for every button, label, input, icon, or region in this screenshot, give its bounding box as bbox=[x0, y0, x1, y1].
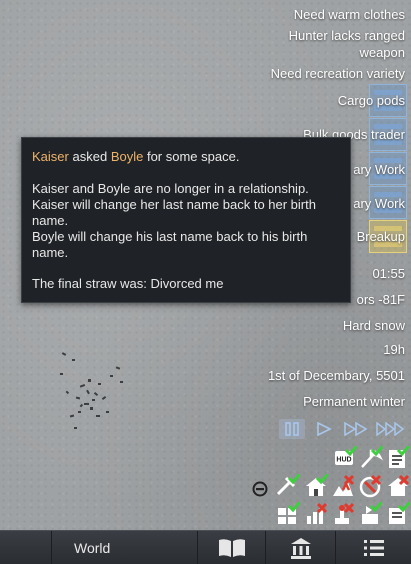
alert-hunter-lacks-weapon[interactable]: Hunter lacks ranged weapon bbox=[255, 27, 405, 61]
world-tab-label: World bbox=[74, 540, 111, 556]
toggle-wealth-icon[interactable] bbox=[304, 502, 328, 526]
toggle-beauty-icon[interactable] bbox=[276, 474, 300, 498]
zoom-out-icon[interactable] bbox=[252, 481, 268, 497]
menu-list-icon bbox=[363, 540, 384, 556]
tooltip-line-asked: Kaiser asked Boyle for some space. bbox=[32, 149, 340, 165]
clock-time: 01:55 bbox=[372, 266, 405, 281]
bottom-bar-left-tab[interactable] bbox=[0, 531, 52, 564]
speed-fast-button[interactable] bbox=[343, 419, 369, 439]
main-bottom-bar: World bbox=[0, 530, 411, 564]
speed-normal-button[interactable] bbox=[311, 419, 337, 439]
toggle-fertility-icon[interactable] bbox=[331, 474, 355, 498]
toggle-room-stats-icon[interactable] bbox=[386, 474, 410, 498]
toggle-plant-icon[interactable] bbox=[358, 502, 382, 526]
superfast-icon bbox=[376, 422, 405, 436]
pause-button[interactable] bbox=[279, 419, 305, 439]
pawn-name-a: Kaiser bbox=[32, 149, 69, 164]
fast-forward-icon bbox=[344, 422, 368, 436]
tooltip-line-kaiser-name: Kaiser will change her last name back to… bbox=[32, 197, 316, 228]
tooltip-line1-rest: for some space. bbox=[146, 149, 240, 164]
toggle-gravship-icon[interactable] bbox=[386, 502, 410, 526]
toggle-zones-icon[interactable] bbox=[276, 502, 300, 526]
toggle-roof-icon[interactable] bbox=[304, 474, 328, 498]
letter-tooltip: Kaiser asked Boyle for some space. Kaise… bbox=[21, 137, 351, 303]
tooltip-line-boyle-name: Boyle will change his last name back to … bbox=[32, 229, 308, 260]
alert-need-warm-clothes[interactable]: Need warm clothes bbox=[294, 6, 405, 23]
date-label: 1st of Decembary, 5501 bbox=[267, 368, 405, 383]
menu-tab[interactable] bbox=[336, 531, 411, 564]
alert-need-recreation[interactable]: Need recreation variety bbox=[271, 65, 405, 82]
pawn-name-b: Boyle bbox=[110, 149, 144, 164]
world-tab[interactable]: World bbox=[52, 531, 198, 564]
tooltip-line-relationship: Kaiser and Boyle are no longer in a rela… bbox=[32, 181, 309, 196]
play-icon bbox=[317, 422, 332, 436]
toggle-hud-icon[interactable]: HUD bbox=[333, 446, 357, 470]
toggle-temperature-icon[interactable] bbox=[358, 474, 382, 498]
factions-tab[interactable] bbox=[266, 531, 336, 564]
outdoor-temperature: ors -81F bbox=[356, 292, 405, 307]
tooltip-line-final-straw: The final straw was: Divorced me bbox=[32, 276, 224, 291]
toggle-auto-rebuild-icon[interactable] bbox=[386, 446, 410, 470]
alert-cargo-pods[interactable]: Cargo pods bbox=[338, 92, 405, 109]
pause-icon bbox=[285, 422, 299, 436]
svg-text:HUD: HUD bbox=[336, 457, 351, 464]
alert-breakup[interactable]: Breakup bbox=[357, 228, 405, 245]
alert-work-1[interactable]: ary Work bbox=[353, 161, 405, 178]
biome-label: Permanent winter bbox=[303, 394, 405, 409]
speed-superfast-button[interactable] bbox=[375, 419, 407, 439]
toggle-pollution-icon[interactable] bbox=[331, 502, 355, 526]
history-tab[interactable] bbox=[198, 531, 266, 564]
hour-label: 19h bbox=[383, 342, 405, 357]
scattered-debris bbox=[60, 352, 123, 429]
toggle-auto-home-area-icon[interactable] bbox=[359, 446, 383, 470]
alert-work-2[interactable]: ary Work bbox=[353, 195, 405, 212]
government-building-icon bbox=[290, 538, 311, 559]
word-asked: asked bbox=[72, 149, 108, 164]
weather-label: Hard snow bbox=[342, 318, 405, 333]
book-icon bbox=[218, 539, 245, 557]
